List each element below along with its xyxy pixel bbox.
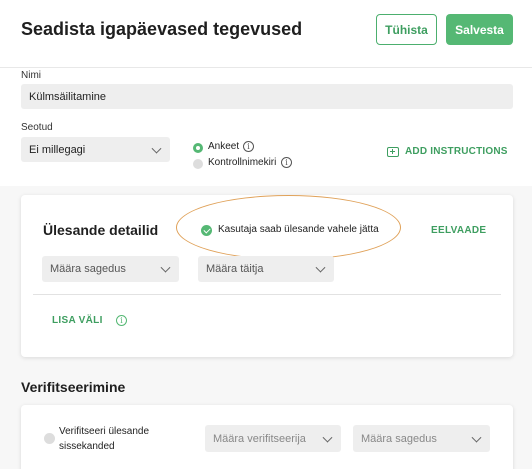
linked-select[interactable]: Ei millegagi <box>21 137 170 162</box>
radio-kontrollnimekiri-label: Kontrollnimekiri <box>208 157 277 168</box>
divider <box>33 294 501 295</box>
radio-ankeet[interactable] <box>193 143 203 153</box>
radio-kontrollnimekiri[interactable] <box>193 159 203 169</box>
add-field-button[interactable]: LISA VÄLI <box>52 315 103 326</box>
chevron-down-icon <box>151 143 162 154</box>
name-input[interactable]: Külmsäilitamine <box>21 84 513 109</box>
verifier-select[interactable]: Määra verifitseerija <box>205 425 341 452</box>
skip-task-label: Kasutaja saab ülesande vahele jätta <box>218 224 379 235</box>
linked-label: Seotud <box>21 122 53 133</box>
page-header: Seadista igapäevased tegevused Tühista S… <box>0 0 532 68</box>
radio-ankeet-label: Ankeet <box>208 141 240 152</box>
chevron-down-icon <box>471 432 482 443</box>
verifier-placeholder: Määra verifitseerija <box>213 432 306 445</box>
page-title: Seadista igapäevased tegevused <box>21 19 303 39</box>
assignee-select[interactable]: Määra täitja <box>198 256 334 282</box>
save-button[interactable]: Salvesta <box>446 14 513 45</box>
info-icon[interactable]: i <box>281 157 292 168</box>
verify-checkbox[interactable] <box>44 433 55 444</box>
skip-task-checkbox[interactable] <box>201 225 212 236</box>
name-label: Nimi <box>21 70 41 81</box>
add-comment-icon <box>387 146 399 157</box>
linked-select-value: Ei millegagi <box>29 143 86 156</box>
add-instructions-label: ADD INSTRUCTIONS <box>405 146 508 157</box>
add-instructions-button[interactable]: ADD INSTRUCTIONS <box>387 146 508 157</box>
preview-button[interactable]: EELVAADE <box>431 225 486 236</box>
chevron-down-icon <box>315 262 326 273</box>
verification-frequency-placeholder: Määra sagedus <box>361 432 437 445</box>
frequency-placeholder: Määra sagedus <box>50 263 126 275</box>
info-icon[interactable]: i <box>243 141 254 152</box>
verification-card: Verifitseeri ülesande sissekanded Määra … <box>21 405 513 469</box>
chevron-down-icon <box>160 262 171 273</box>
frequency-select[interactable]: Määra sagedus <box>42 256 179 282</box>
task-details-card: Ülesande detailid Kasutaja saab ülesande… <box>21 195 513 357</box>
assignee-placeholder: Määra täitja <box>206 263 264 275</box>
cancel-button[interactable]: Tühista <box>376 14 437 45</box>
verify-label: Verifitseeri ülesande sissekanded <box>59 426 150 452</box>
verification-frequency-select[interactable]: Määra sagedus <box>353 425 490 452</box>
chevron-down-icon <box>322 432 333 443</box>
name-value: Külmsäilitamine <box>29 90 107 103</box>
verification-title: Verifitseerimine <box>21 379 126 395</box>
info-icon[interactable]: i <box>116 315 127 326</box>
task-details-title: Ülesande detailid <box>43 222 159 238</box>
